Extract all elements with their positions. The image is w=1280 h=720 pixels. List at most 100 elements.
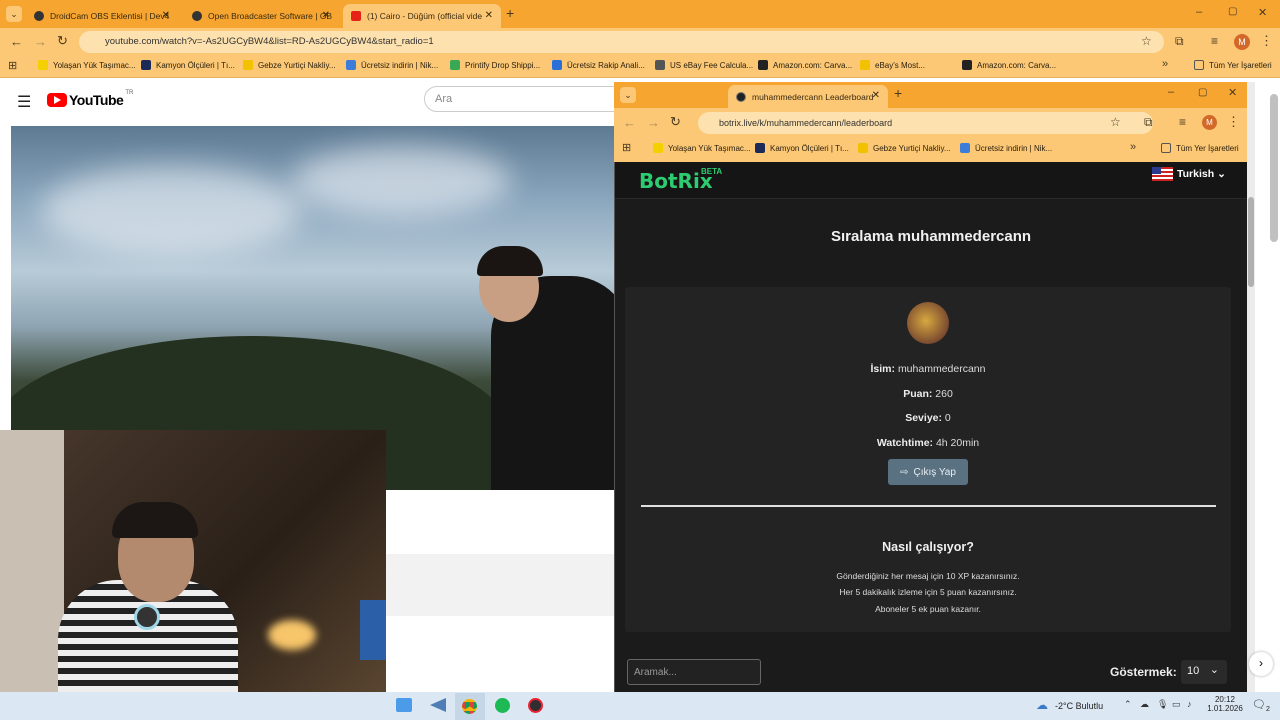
back-address-bar: ← → ↻ youtube.com/watch?v=-As2UGCyBW4&li… (0, 28, 1280, 56)
new-tab-icon[interactable]: + (894, 85, 902, 101)
youtube-play-icon (47, 93, 67, 107)
close-icon[interactable]: ✕ (162, 10, 170, 21)
language-selector[interactable]: Turkish ⌄ (1177, 168, 1226, 180)
placeholder-panel (386, 554, 614, 616)
bookmark-item[interactable]: Amazon.com: Carva... (758, 60, 852, 70)
maximize-icon[interactable]: ▢ (1198, 87, 1207, 98)
apps-icon[interactable]: ⊞ (622, 141, 631, 154)
apps-icon[interactable]: ⊞ (8, 59, 17, 72)
extensions-icon[interactable]: ⧉ (1175, 34, 1184, 49)
maximize-icon[interactable]: ▢ (1228, 6, 1237, 17)
cloud-shape (41, 166, 301, 256)
reload-icon[interactable]: ↻ (57, 33, 68, 49)
page-size-select[interactable]: 10 ⌄ (1181, 660, 1227, 684)
bookmark-item[interactable]: US eBay Fee Calcula... (655, 60, 753, 70)
weather-icon: ☁ (1036, 698, 1048, 712)
bookmark-item[interactable]: Yolaşan Yük Taşımac... (653, 143, 751, 153)
media-icon[interactable]: ≡ (1179, 115, 1186, 129)
all-bookmarks[interactable]: Tüm Yer İşaretleri (1194, 60, 1272, 70)
volume-icon[interactable]: ♪ (1187, 699, 1192, 709)
obs-icon[interactable] (528, 698, 543, 713)
bookmark-item[interactable]: Ücretsiz Rakip Anali... (552, 60, 645, 70)
bookmark-item[interactable]: eBay's Most... (860, 60, 925, 70)
url-text: youtube.com/watch?v=-As2UGCyBW4&list=RD-… (105, 36, 434, 47)
front-address-bar: ← → ↻ botrix.live/k/muhammedercann/leade… (614, 108, 1247, 138)
extensions-icon[interactable]: ⧉ (1144, 115, 1153, 130)
cloud-sync-icon[interactable]: ☁ (1140, 699, 1149, 710)
youtube-logo[interactable]: YouTube TR (47, 90, 133, 108)
bookmark-item[interactable]: Yolaşan Yük Taşımac... (38, 60, 136, 70)
leaderboard-search-input[interactable]: Aramak... (627, 659, 761, 685)
more-bookmarks-icon[interactable]: » (1162, 58, 1168, 70)
more-bookmarks-icon[interactable]: » (1130, 141, 1136, 153)
all-bookmarks[interactable]: Tüm Yer İşaretleri (1161, 143, 1239, 153)
forward-icon[interactable]: → (34, 34, 47, 49)
front-scrollbar[interactable] (1247, 82, 1255, 692)
how-it-works-title: Nasıl çalışıyor? (882, 540, 974, 554)
bookmark-item[interactable]: Ücretsiz indirin | Nik... (346, 60, 438, 70)
bookmark-item[interactable]: Gebze Yurtiçi Nakliy... (243, 60, 336, 70)
window-close-icon[interactable]: ✕ (1258, 6, 1267, 19)
hamburger-menu-icon[interactable]: ☰ (17, 92, 31, 112)
menu-icon[interactable]: ⋮ (1260, 33, 1273, 49)
bookmark-item[interactable]: Printify Drop Shippi... (450, 60, 540, 70)
microphone-icon[interactable]: 🎙 (1157, 699, 1168, 710)
bookmark-item[interactable]: Amazon.com: Carva... (962, 60, 1056, 70)
file-explorer-icon[interactable] (430, 698, 446, 712)
spotify-icon[interactable] (495, 698, 510, 713)
lamp-light (268, 620, 316, 650)
youtube-wordmark: YouTube (69, 92, 124, 108)
taskbar: ☁ -2°C Bulutlu ⌃ ☁ 🎙 ▭ ♪ 20:12 1.01.2026 … (0, 692, 1280, 720)
chrome-icon (462, 699, 477, 714)
window-close-icon[interactable]: ✕ (1228, 86, 1237, 99)
back-tab-2[interactable]: Open Broadcaster Software | OB ✕ (184, 4, 338, 28)
close-icon[interactable]: ✕ (872, 90, 880, 101)
close-icon[interactable]: ✕ (322, 10, 330, 21)
bookmark-item[interactable]: Ücretsiz indirin | Nik... (960, 143, 1052, 153)
url-text: botrix.live/k/muhammedercann/leaderboard (719, 118, 893, 128)
back-icon[interactable]: ← (623, 115, 636, 130)
clock[interactable]: 20:12 1.01.2026 (1205, 695, 1245, 713)
back-bookmarks-bar: ⊞ Yolaşan Yük Taşımac... Kamyon Ölçüleri… (0, 56, 1280, 78)
bookmark-item[interactable]: Gebze Yurtiçi Nakliy... (858, 143, 951, 153)
carousel-next-button[interactable]: › (1249, 652, 1273, 676)
botrix-page: BotRix BETA Turkish ⌄ Sıralama muhammede… (615, 162, 1247, 692)
tab-list-button[interactable]: ⌄ (6, 6, 22, 22)
notification-icon[interactable]: 🗨2 (1252, 698, 1270, 713)
tab-list-button[interactable]: ⌄ (620, 87, 636, 103)
mail-app-icon[interactable] (396, 698, 412, 712)
page-title: Sıralama muhammedercann (830, 228, 1032, 245)
front-tab-leaderboard[interactable]: muhammedercann Leaderboard ✕ (728, 85, 888, 108)
reload-icon[interactable]: ↻ (670, 114, 681, 130)
forward-icon[interactable]: → (647, 115, 660, 130)
profile-avatar[interactable]: M (1234, 34, 1250, 50)
weather-text[interactable]: -2°C Bulutlu (1055, 701, 1103, 711)
back-icon[interactable]: ← (10, 34, 23, 49)
back-tab-3[interactable]: (1) Cairo - Düğüm (official vide ✕ (343, 4, 501, 28)
tab-favicon-icon (192, 11, 202, 21)
bookmark-item[interactable]: Kamyon Ölçüleri | Tı... (755, 143, 849, 153)
minimize-icon[interactable]: – (1168, 86, 1174, 98)
bookmark-star-icon[interactable]: ☆ (1110, 115, 1121, 129)
menu-icon[interactable]: ⋮ (1227, 114, 1240, 130)
minimize-icon[interactable]: – (1196, 6, 1202, 18)
tray-chevron-up-icon[interactable]: ⌃ (1124, 699, 1132, 710)
profile-avatar[interactable]: M (1202, 115, 1217, 130)
bookmark-item[interactable]: Kamyon Ölçüleri | Tı... (141, 60, 235, 70)
tab-label: muhammedercann Leaderboard (752, 91, 874, 102)
tab-label: DroidCam OBS Eklentisi | Dev4 (50, 11, 170, 21)
new-tab-icon[interactable]: + (506, 5, 514, 21)
logout-button[interactable]: ⇨ Çıkış Yap (888, 459, 968, 485)
youtube-search-input[interactable]: Ara (424, 86, 624, 112)
front-url-field[interactable]: botrix.live/k/muhammedercann/leaderboard (698, 112, 1153, 134)
webcam-overlay (0, 430, 386, 692)
bookmark-star-icon[interactable]: ☆ (1141, 34, 1152, 48)
network-icon[interactable]: ▭ (1172, 699, 1181, 710)
media-icon[interactable]: ≡ (1211, 34, 1218, 48)
back-url-field[interactable]: youtube.com/watch?v=-As2UGCyBW4&list=RD-… (79, 31, 1164, 53)
back-tab-1[interactable]: DroidCam OBS Eklentisi | Dev4 ✕ (26, 4, 178, 28)
back-scrollbar[interactable] (1268, 80, 1280, 692)
chevron-right-icon: › (1259, 656, 1263, 670)
close-icon[interactable]: ✕ (485, 10, 493, 21)
chrome-taskbar-active[interactable] (455, 693, 485, 720)
